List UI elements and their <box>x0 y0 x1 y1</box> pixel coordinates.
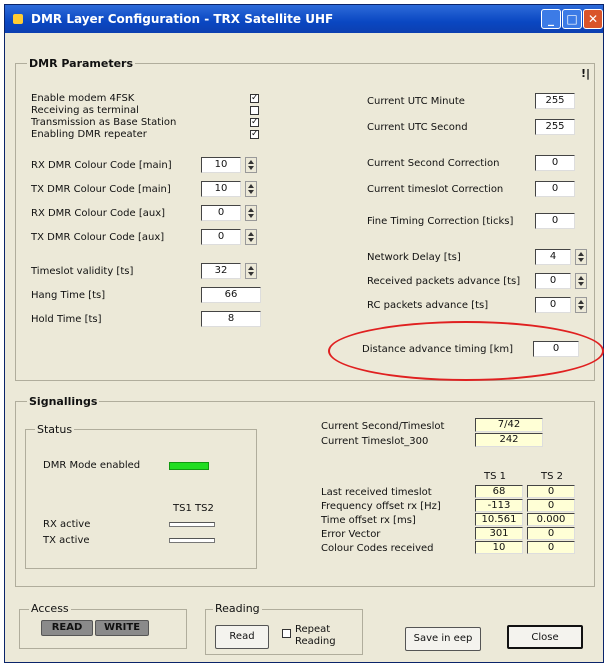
tx-cc-main-spinner[interactable] <box>245 181 257 197</box>
ts2-value: 0 <box>527 499 575 512</box>
tx-active-label: TX active <box>43 535 90 546</box>
dmr-parameters-title: DMR Parameters <box>27 57 136 70</box>
repeat-reading-checkbox[interactable] <box>282 629 291 638</box>
ts2-value: 0 <box>527 485 575 498</box>
network-delay-spinner[interactable] <box>575 249 587 265</box>
field-label: Current Second Correction <box>367 158 500 169</box>
current-second-label: Current Second/Timeslot <box>321 421 445 432</box>
ts2-header: TS2 <box>195 503 214 514</box>
timeslot-validity-field[interactable]: 32 <box>201 263 241 279</box>
row-label: Last received timeslot <box>321 487 432 498</box>
close-button[interactable]: Close <box>507 625 583 649</box>
read-button[interactable]: Read <box>215 625 269 649</box>
ts2-value: 0 <box>527 527 575 540</box>
enable-modem-checkbox[interactable]: ✓ <box>250 94 259 103</box>
rx-active-label: RX active <box>43 519 91 530</box>
save-in-eep-button[interactable]: Save in eep <box>405 627 481 651</box>
ts1-value: 68 <box>475 485 523 498</box>
read-access-indicator: READ <box>41 620 93 636</box>
ts1-header: TS1 <box>173 503 192 514</box>
signallings-title: Signallings <box>27 395 100 408</box>
second-correction-field[interactable]: 0 <box>535 155 575 171</box>
row-label: Colour Codes received <box>321 543 434 554</box>
receiving-terminal-checkbox[interactable] <box>250 106 259 115</box>
hold-time-field[interactable]: 8 <box>201 311 261 327</box>
base-station-checkbox[interactable]: ✓ <box>250 118 259 127</box>
field-label: Fine Timing Correction [ticks] <box>367 216 514 227</box>
field-label: Received packets advance [ts] <box>367 276 521 287</box>
minimize-button[interactable]: _ <box>541 9 561 29</box>
received-packets-field[interactable]: 0 <box>535 273 571 289</box>
reading-title: Reading <box>213 602 262 615</box>
field-label: RC packets advance [ts] <box>367 300 489 311</box>
timeslot300-value: 242 <box>475 433 543 447</box>
dmr-repeater-checkbox[interactable]: ✓ <box>250 130 259 139</box>
field-label: Network Delay [ts] <box>367 252 461 263</box>
utc-minute-field[interactable]: 255 <box>535 93 575 109</box>
access-title: Access <box>29 602 71 615</box>
field-label: Current UTC Second <box>367 122 468 133</box>
tx-cc-main-field[interactable]: 10 <box>201 181 241 197</box>
pin-icon[interactable]: !| <box>581 67 591 80</box>
network-delay-field[interactable]: 4 <box>535 249 571 265</box>
field-label: RX DMR Colour Code [main] <box>31 160 172 171</box>
rx-cc-aux-field[interactable]: 0 <box>201 205 241 221</box>
row-label: Error Vector <box>321 529 381 540</box>
highlight-ellipse <box>328 321 604 381</box>
dmr-mode-label: DMR Mode enabled <box>43 460 141 471</box>
field-label: TX DMR Colour Code [aux] <box>31 232 165 243</box>
tx-active-indicator <box>169 538 215 543</box>
ts1-value: 10.561 <box>475 513 523 526</box>
field-label: TX DMR Colour Code [main] <box>31 184 171 195</box>
dmr-mode-indicator <box>169 462 209 470</box>
ts2-value: 0.000 <box>527 513 575 526</box>
fine-timing-field[interactable]: 0 <box>535 213 575 229</box>
ts1-value: -113 <box>475 499 523 512</box>
repeat-reading-label: Repeat <box>295 624 331 635</box>
col-ts1-header: TS 1 <box>484 471 506 482</box>
check-label: Transmission as Base Station <box>31 117 177 128</box>
rx-cc-main-field[interactable]: 10 <box>201 157 241 173</box>
status-title: Status <box>35 423 75 436</box>
field-label: Current UTC Minute <box>367 96 465 107</box>
write-access-indicator: WRITE <box>95 620 149 636</box>
tx-cc-aux-spinner[interactable] <box>245 229 257 245</box>
rc-packets-spinner[interactable] <box>575 297 587 313</box>
title-bar[interactable]: DMR Layer Configuration - TRX Satellite … <box>5 5 603 33</box>
rc-packets-field[interactable]: 0 <box>535 297 571 313</box>
maximize-button[interactable]: □ <box>562 9 582 29</box>
utc-second-field[interactable]: 255 <box>535 119 575 135</box>
current-second-value: 7/42 <box>475 418 543 432</box>
field-label: Current timeslot Correction <box>367 184 504 195</box>
rx-active-indicator <box>169 522 215 527</box>
ts1-value: 301 <box>475 527 523 540</box>
rx-cc-main-spinner[interactable] <box>245 157 257 173</box>
field-label: Hold Time [ts] <box>31 314 102 325</box>
hang-time-field[interactable]: 66 <box>201 287 261 303</box>
timeslot-correction-field[interactable]: 0 <box>535 181 575 197</box>
dialog-window: DMR Layer Configuration - TRX Satellite … <box>4 4 604 663</box>
field-label: RX DMR Colour Code [aux] <box>31 208 166 219</box>
rx-cc-aux-spinner[interactable] <box>245 205 257 221</box>
tx-cc-aux-field[interactable]: 0 <box>201 229 241 245</box>
col-ts2-header: TS 2 <box>541 471 563 482</box>
row-label: Time offset rx [ms] <box>321 515 416 526</box>
timeslot-validity-spinner[interactable] <box>245 263 257 279</box>
ts2-value: 0 <box>527 541 575 554</box>
field-label: Hang Time [ts] <box>31 290 106 301</box>
ts1-value: 10 <box>475 541 523 554</box>
status-group <box>25 429 257 569</box>
received-packets-spinner[interactable] <box>575 273 587 289</box>
row-label: Frequency offset rx [Hz] <box>321 501 441 512</box>
timeslot300-label: Current Timeslot_300 <box>321 436 429 447</box>
window-title: DMR Layer Configuration - TRX Satellite … <box>31 12 334 26</box>
check-label: Receiving as terminal <box>31 105 139 116</box>
app-icon <box>13 14 23 24</box>
repeat-reading-label-2: Reading <box>295 636 336 647</box>
field-label: Timeslot validity [ts] <box>31 266 134 277</box>
check-label: Enable modem 4FSK <box>31 93 135 104</box>
close-window-button[interactable]: ✕ <box>583 9 603 29</box>
check-label: Enabling DMR repeater <box>31 129 147 140</box>
